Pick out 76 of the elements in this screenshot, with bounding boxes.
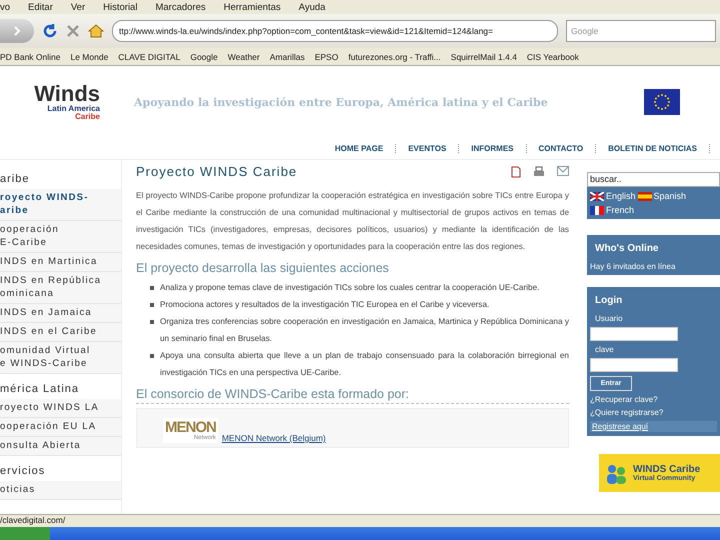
panel-title: Who's Online (594, 242, 660, 256)
bookmark[interactable]: PD Bank Online (0, 52, 60, 62)
online-count: Hay 6 invitados en línea (590, 262, 676, 271)
bookmark[interactable]: CIS Yearbook (526, 52, 579, 62)
reload-icon[interactable] (42, 23, 58, 39)
menu-item[interactable]: Herramientas (224, 2, 281, 12)
stop-icon[interactable] (66, 24, 80, 38)
panel-title: Login (594, 294, 624, 308)
sidebar-item[interactable]: INDS en el Caribe (0, 323, 121, 342)
home-icon[interactable] (88, 24, 104, 38)
section-heading: El consorcio de WINDS-Caribe esta formado por: (136, 387, 569, 404)
article-title: Proyecto WINDS Caribe (136, 164, 298, 179)
sidebar-item[interactable]: royecto WINDS LA (0, 399, 121, 418)
sidebar-item[interactable]: royecto WINDS- aribe (0, 189, 121, 221)
nav-link[interactable]: CONTACTO (526, 144, 596, 153)
flag-icon (644, 89, 680, 115)
login-link[interactable]: ¿Quiere registrarse? (590, 408, 717, 417)
bullet-icon (150, 354, 154, 358)
flag-icon (638, 192, 652, 200)
language-link[interactable]: French (590, 205, 634, 215)
sidebar-item[interactable]: omunidad Virtual e WINDS-Caribe (0, 342, 121, 374)
field-label: clave (594, 345, 615, 354)
username-field[interactable] (590, 327, 678, 341)
action-item: Organiza tres conferencias sobre cooperación en investigación en Jamaica, Martinica y República Dominicana y un seminario final en Bruselas. (160, 316, 569, 345)
sidebar-item[interactable]: ooperación EU LA (0, 418, 121, 437)
pdf-icon[interactable] (511, 166, 521, 178)
bookmark[interactable]: futurezones.org - Traffi... (348, 52, 441, 62)
action-item: Analiza y propone temas clave de investigación TICs sobre los cuales centrar la cooperación UE-Caribe. (160, 282, 540, 294)
status-bar: /clavedigital.com/ (0, 514, 720, 527)
password-field[interactable] (590, 358, 678, 372)
menu-item[interactable]: Ver (70, 2, 86, 12)
section-heading: El proyecto desarrolla las siguientes acciones (136, 261, 390, 275)
action-item: Apoya una consulta abierta que lleve a un plan de trabajo consensuado para la colaboración birregional en investigación TICs en una perspectiva UE-Caribe. (160, 350, 569, 379)
start-button[interactable] (0, 527, 50, 540)
menu-item[interactable]: Ayuda (298, 2, 326, 12)
bookmark[interactable]: Google (190, 52, 218, 62)
bullet-icon (150, 286, 154, 290)
bullet-icon (150, 303, 154, 307)
sidebar-item[interactable]: INDS en Jamaica (0, 304, 121, 323)
sidebar-item[interactable]: ooperación E-Caribe (0, 221, 121, 253)
bookmark[interactable]: SquirrelMail 1.4.4 (450, 52, 517, 62)
language-link[interactable]: Spanish (638, 191, 686, 201)
nav-link[interactable]: EVENTOS (396, 144, 460, 153)
email-icon[interactable] (557, 166, 569, 176)
flag-icon (590, 192, 604, 200)
menu-item[interactable]: Marcadores (155, 2, 206, 12)
login-link[interactable]: ¿Recuperar clave? (590, 395, 717, 404)
bookmark[interactable]: CLAVE DIGITAL (118, 52, 180, 62)
action-item: Promociona actores y resultados de la investigación TIC Europea en el Caribe y viceversa. (160, 299, 490, 311)
menu-item[interactable]: vo (0, 2, 10, 12)
nav-link[interactable]: HOME PAGE (322, 144, 396, 153)
partner-link[interactable]: MENON Network (Belgium) (222, 433, 326, 443)
menu-item[interactable]: Historial (103, 2, 138, 12)
site-logo[interactable]: Winds Latin America Caribe (0, 69, 120, 135)
sidebar-item[interactable]: onsulta Abierta (0, 437, 121, 456)
bookmark[interactable]: Weather (228, 52, 260, 62)
sidebar-item[interactable]: oticias (0, 481, 121, 500)
nav-link[interactable]: BOLETIN DE NOTICIAS (596, 144, 710, 153)
sidebar-item[interactable]: INDS en República ominicana (0, 272, 121, 304)
language-link[interactable]: English (590, 191, 636, 201)
print-icon[interactable] (533, 166, 545, 178)
bookmark[interactable]: Le Monde (70, 52, 108, 62)
register-link[interactable]: Registrese aquí (590, 421, 717, 432)
intro-paragraph: El proyecto WINDS-Caribe propone profundizar la cooperación estratégica en investigación sobre TICs entre Europa y el Caribe mediante la construcción de una comunidad multinacional y multisectorial de grupos activos en temas de investigación TICs (investigadores, empresas, decisores políticos, usuarios) y mediante la identificación de las necesidades comunes, temas de investigación y oportunidades para la cooperación entre las dos regiones. (136, 190, 569, 253)
flag-icon (590, 206, 604, 214)
field-label: Usuario (594, 314, 624, 323)
bullet-icon (150, 320, 154, 324)
nav-link[interactable]: INFORMES (459, 144, 527, 153)
forward-button[interactable] (0, 19, 34, 43)
sidebar-item[interactable]: INDS en Martinica (0, 253, 121, 272)
tagline: Apoyando la investigación entre Europa, América latina y el Caribe (134, 96, 549, 108)
address-bar[interactable]: ttp://www.winds-la.eu/winds/index.php?option=com_content&task=view&id=121&Itemid=124&lang= (112, 20, 558, 42)
bookmark[interactable]: EPSO (314, 52, 338, 62)
bookmark[interactable]: Amarillas (270, 52, 305, 62)
menu-item[interactable]: Editar (28, 2, 53, 12)
search-field[interactable]: buscar.. (587, 172, 720, 187)
